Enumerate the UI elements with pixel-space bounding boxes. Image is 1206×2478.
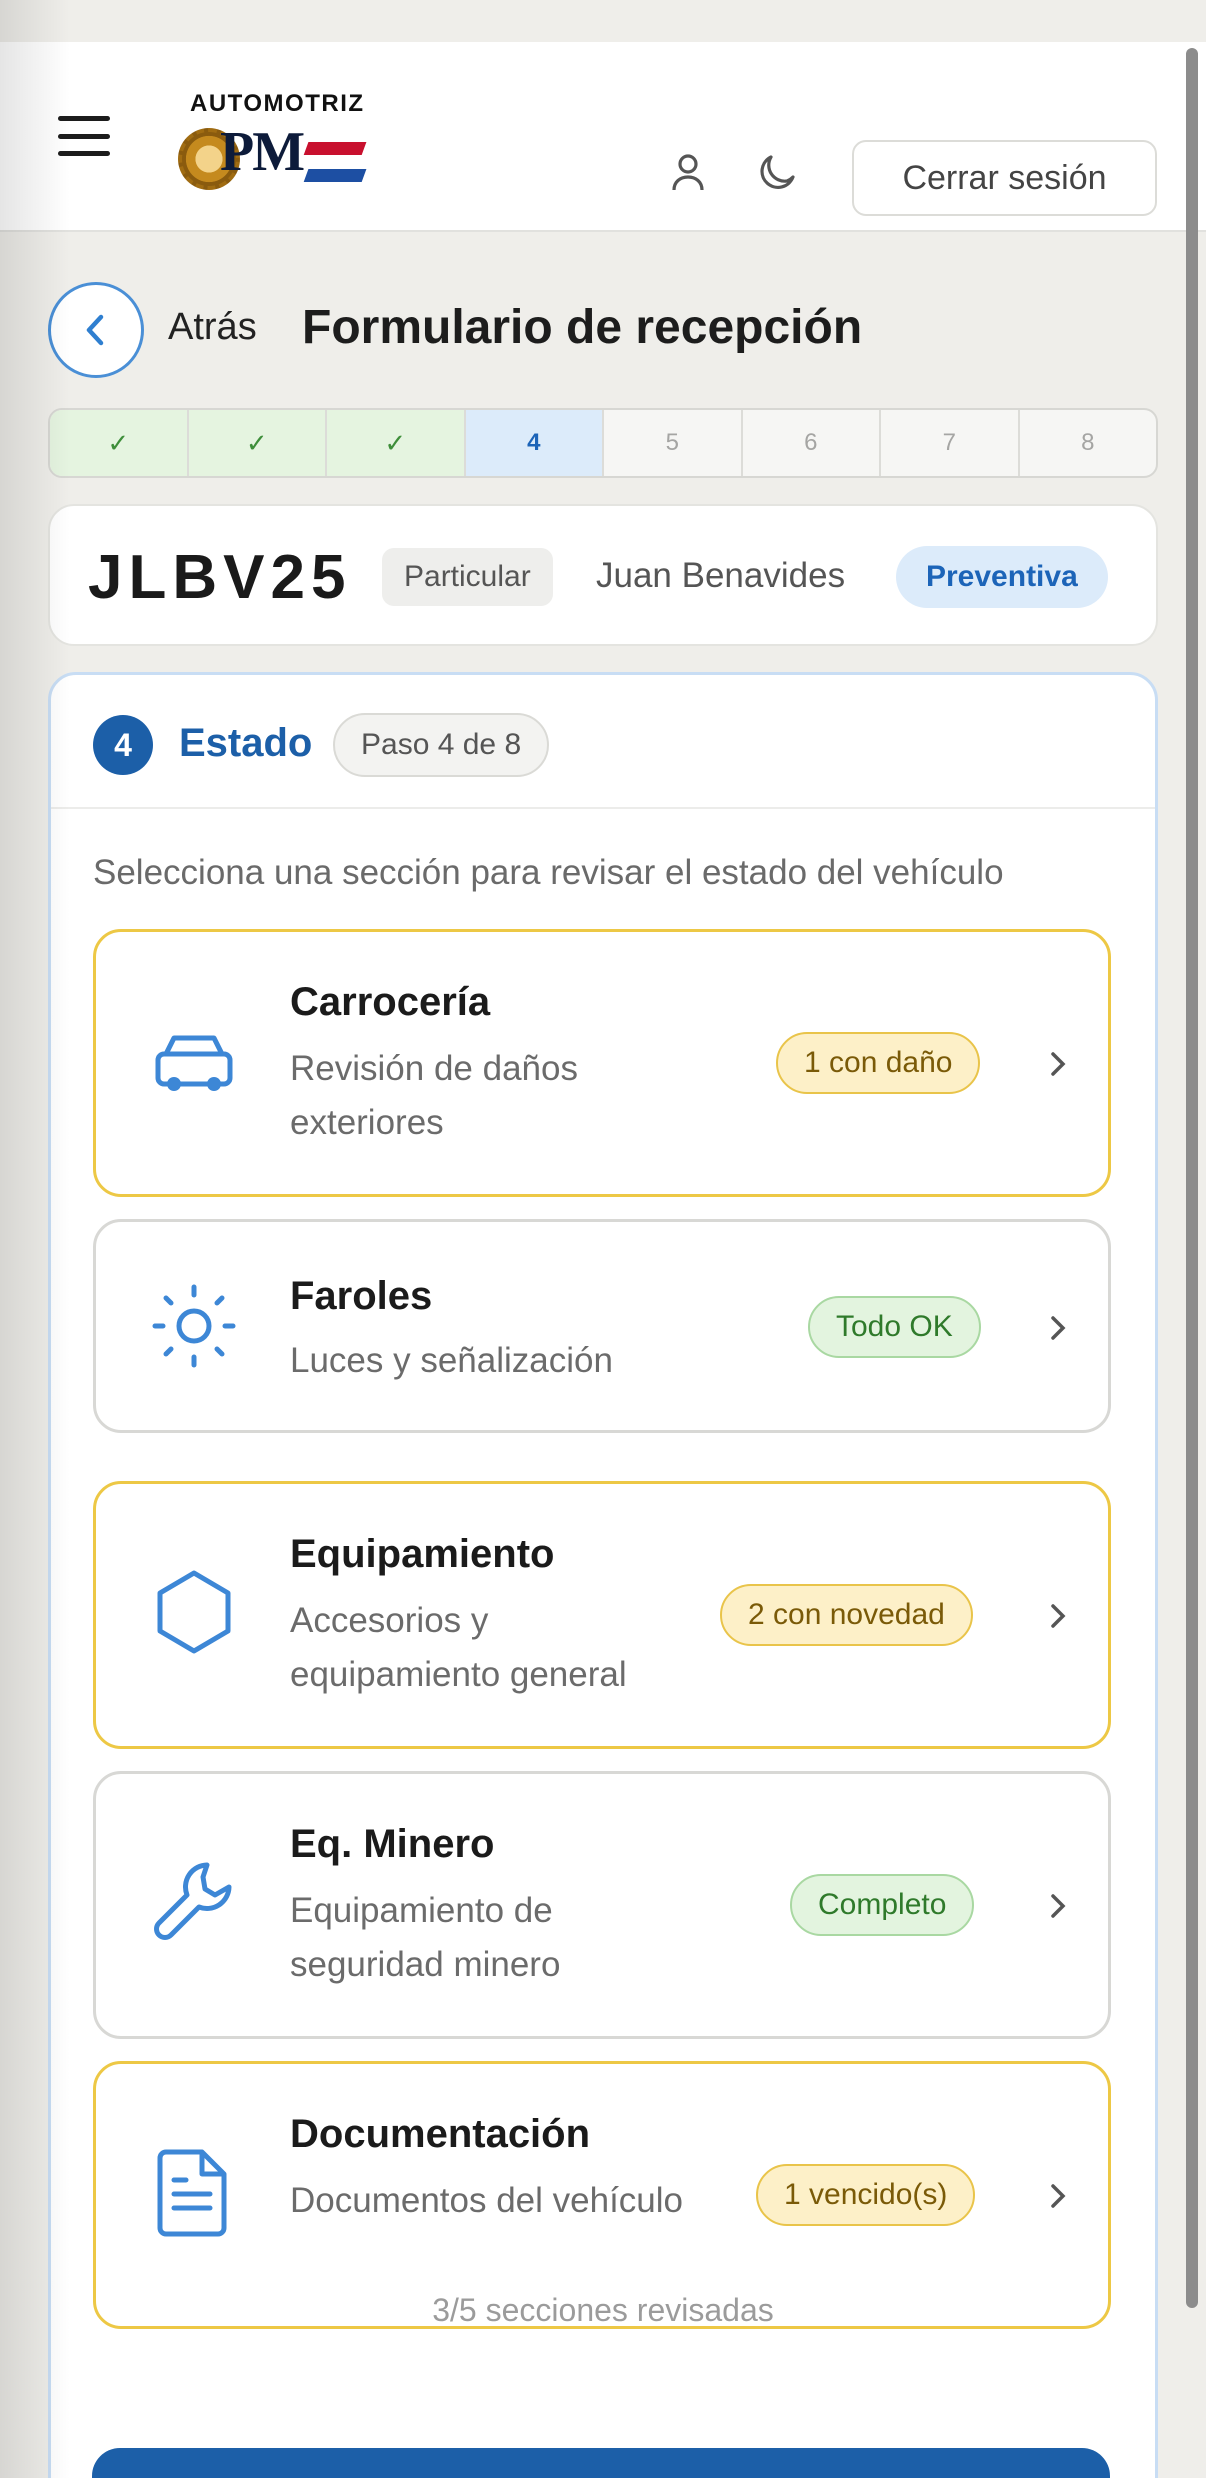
vehicle-type-badge: Particular (382, 548, 553, 606)
back-label[interactable]: Atrás (168, 306, 257, 349)
item-subtitle: Equipamiento de seguridad minero (290, 1891, 561, 1984)
list-item-faroles[interactable]: Faroles Luces y señalización Todo OK (93, 1219, 1111, 1433)
step-count-badge: Paso 4 de 8 (333, 713, 550, 777)
item-title: Equipamiento (290, 1532, 555, 1576)
step-7[interactable]: 7 (881, 410, 1020, 476)
logout-button[interactable]: Cerrar sesión (852, 140, 1157, 216)
step-2[interactable]: ✓ (188, 410, 327, 476)
logo-wordmark: AUTOMOTRIZ (190, 90, 365, 117)
status-section-card: 4 Estado Paso 4 de 8 Selecciona una secc… (48, 672, 1158, 2478)
continue-button[interactable] (92, 2448, 1110, 2478)
document-icon (148, 2146, 240, 2238)
item-subtitle: Documentos del vehículo (290, 2181, 683, 2220)
list-item-documentacion[interactable]: Documentación Documentos del vehículo 1 … (93, 2061, 1111, 2329)
step-5[interactable]: 5 (604, 410, 743, 476)
brand-logo[interactable]: AUTOMOTRIZ PM (178, 90, 378, 222)
status-badge: Todo OK (808, 1296, 981, 1358)
chevron-right-icon (1040, 1044, 1076, 1084)
chevron-right-icon (1040, 1596, 1076, 1636)
step-4[interactable]: 4 (465, 410, 604, 476)
back-button[interactable] (48, 282, 144, 378)
list-item-eq-minero[interactable]: Eq. Minero Equipamiento de seguridad min… (93, 1771, 1111, 2039)
license-plate: JLBV25 (88, 543, 352, 612)
item-title: Eq. Minero (290, 1822, 495, 1866)
wrench-icon (148, 1856, 240, 1948)
item-subtitle: Accesorios y equipamiento general (290, 1601, 627, 1694)
item-title: Faroles (290, 1274, 433, 1318)
status-badge: Completo (790, 1874, 975, 1936)
list-item-equipamiento[interactable]: Equipamiento Accesorios y equipamiento g… (93, 1481, 1111, 1749)
service-type-badge: Preventiva (896, 546, 1108, 608)
top-header: AUTOMOTRIZ PM Cerrar sesión (0, 42, 1206, 232)
menu-icon[interactable] (58, 116, 110, 156)
item-title: Carrocería (290, 980, 491, 1024)
sun-icon (148, 1280, 240, 1372)
section-step-number: 4 (93, 715, 153, 775)
section-header: 4 Estado Paso 4 de 8 (51, 675, 1155, 809)
car-icon (148, 1018, 240, 1110)
list-item-carroceria[interactable]: Carrocería Revisión de daños exteriores … (93, 929, 1111, 1197)
logo-mark: PM (220, 121, 305, 183)
item-title: Documentación (290, 2112, 591, 2156)
flag-stripes-icon (303, 142, 367, 182)
step-6[interactable]: 6 (743, 410, 881, 476)
chevron-right-icon (1040, 1308, 1076, 1348)
moon-icon[interactable] (756, 150, 800, 194)
owner-name: Juan Benavides (596, 556, 846, 595)
status-badge: 2 con novedad (720, 1584, 973, 1646)
step-1[interactable]: ✓ (50, 410, 189, 476)
section-description: Selecciona una sección para revisar el e… (93, 853, 1004, 892)
status-badge: 1 vencido(s) (756, 2164, 976, 2226)
step-3[interactable]: ✓ (327, 410, 466, 476)
item-subtitle: Revisión de daños exteriores (290, 1049, 578, 1142)
progress-stepper: ✓ ✓ ✓ 4 5 6 7 8 (48, 408, 1158, 478)
section-title: Estado (179, 721, 313, 765)
vehicle-summary-card: JLBV25 Particular Juan Benavides Prevent… (48, 504, 1158, 646)
status-badge: 1 con daño (776, 1032, 981, 1094)
app-screen: AUTOMOTRIZ PM Cerrar sesión Atrás Formul… (0, 0, 1206, 2478)
chevron-right-icon (1040, 1886, 1076, 1926)
chevron-right-icon (1040, 2176, 1076, 2216)
sections-progress-text: 3/5 secciones revisadas (432, 2292, 774, 2328)
hexagon-icon (148, 1566, 240, 1658)
step-8[interactable]: 8 (1020, 410, 1157, 476)
user-icon[interactable] (666, 150, 710, 194)
item-subtitle: Luces y señalización (290, 1341, 613, 1380)
page-title: Formulario de recepción (302, 301, 863, 354)
scrollbar[interactable] (1186, 48, 1198, 2308)
